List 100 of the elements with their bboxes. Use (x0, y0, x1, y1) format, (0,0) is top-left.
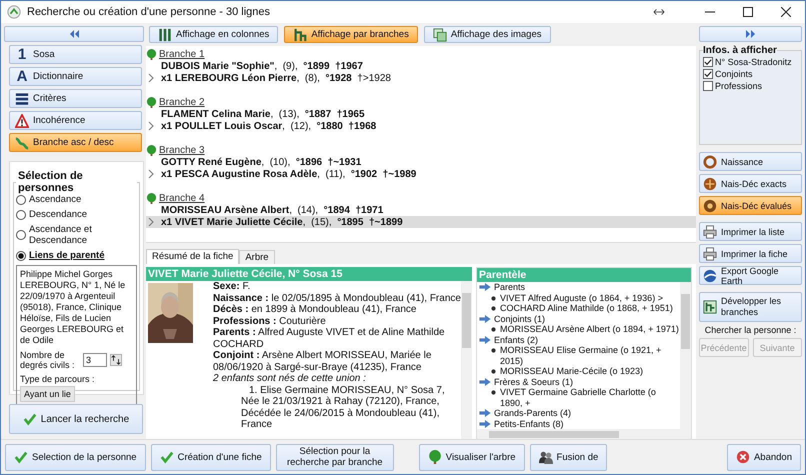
checkbox[interactable] (703, 69, 713, 79)
resize-icon[interactable] (653, 8, 665, 16)
branch-title[interactable]: Branche 1 (159, 48, 205, 60)
glyph-icon: 1 (15, 47, 29, 62)
bullet-icon (491, 327, 496, 332)
mode-button[interactable]: Naissance (699, 152, 802, 171)
circle-icon (703, 198, 717, 212)
group-title: Sélection de personnes (17, 170, 84, 194)
route-button[interactable]: Ayant un lie (20, 386, 75, 402)
relatives-title: Parentèle (477, 268, 691, 282)
radio-option[interactable]: Ascendance (16, 194, 137, 205)
checkbox-option[interactable]: N° Sosa-Stradonitz (703, 56, 798, 68)
person-row[interactable]: x1 POULLET Louis Oscar, (12), °1880 †1968 (146, 120, 696, 132)
radio-icon[interactable] (16, 230, 26, 240)
person-entry: DUBOIS Marie "Sophie", (9), °1899 †1967 (161, 60, 363, 72)
child-entry: 1. Elise Germaine MORISSEAU, N° Sosa 7, Née le 21/03/1921 à Rahay (72120), France, Décédée le 24/06/2015 à Mondoubleau (41), France (240, 384, 446, 430)
record-field: Sexe: F. (213, 281, 461, 292)
radio-icon[interactable] (16, 194, 26, 204)
relative-group[interactable]: Enfants (2) (494, 334, 538, 345)
person-description: Philippe Michel Gorges LEREBOURG, N° 1, Né le 22/09/1970 à Argenteuil (95018), France, Clinique Héloïse, Fils de Lucien Georges LEREBOURG et de Odile (20, 269, 126, 346)
nav-button[interactable]: Critères (9, 89, 142, 108)
field-label: Nombre de degrés civils : (20, 350, 76, 370)
scrollbar[interactable] (461, 281, 472, 440)
action-button[interactable]: Selection de la personne (5, 444, 146, 470)
nav-button[interactable]: Incohérence (9, 111, 142, 130)
nav-button[interactable]: 1 Sosa (9, 45, 142, 64)
action-button[interactable]: Création d'une fiche (150, 444, 271, 470)
mode-button[interactable]: Nais-Déc évalués (699, 196, 802, 215)
close-icon[interactable] (781, 7, 791, 17)
view-button[interactable]: Affichage par branches (284, 26, 418, 43)
radio-icon[interactable] (16, 210, 26, 220)
relative-entry[interactable]: COCHARD Aline Mathilde (o 1868, + 1951) (500, 303, 673, 314)
bullet-icon (491, 306, 496, 311)
person-entry: x1 PESCA Augustine Rosa Adèle, (11), °1902 †~1989 (161, 168, 416, 180)
action-button[interactable]: Export Google Earth (699, 266, 802, 285)
person-row[interactable]: MORISSEAU Arsène Albert, (14), °1894 †1971 (146, 204, 696, 216)
record-field: Parents : Alfred Auguste VIVET et de Aline Mathilde COCHARD (213, 327, 461, 350)
relative-entry[interactable]: MORISSEAU Elise Germaine (o 1921, + 2015) (500, 345, 680, 366)
action-button[interactable]: Sélection pour la recherche par branche (276, 444, 394, 470)
person-entry: x1 LEREBOURG Léon Pierre, (8), °1928 †>1928 (161, 72, 391, 84)
expand-branches-button[interactable]: Développer les branches (699, 292, 802, 322)
relative-group[interactable]: Grands-Parents (4) (494, 408, 572, 418)
arrow-icon (479, 314, 491, 322)
images-icon (432, 28, 447, 42)
person-row[interactable]: FLAMENT Celina Marie, (13), °1887 †1965 (146, 108, 696, 120)
view-button[interactable]: Affichage en colonnes (149, 26, 278, 43)
chevron-icon (148, 170, 154, 178)
tree-icon (146, 48, 157, 60)
action-button[interactable]: Imprimer la liste (699, 222, 802, 241)
bullet-icon (491, 348, 496, 353)
relative-entry[interactable]: VIVET Alfred Auguste (o 1864, + 1936) > (500, 292, 663, 303)
person-row[interactable]: x1 PESCA Augustine Rosa Adèle, (11), °1902 †~1989 (146, 168, 696, 180)
relative-group[interactable]: Frères & Soeurs (1) (494, 376, 574, 387)
spinner-icon[interactable] (110, 354, 122, 366)
relative-entry[interactable]: MORISSEAU Arsène Albert (o 1894, + 1971) (500, 324, 679, 334)
search-button[interactable]: Lancer la recherche (9, 404, 143, 434)
scrollbar[interactable] (680, 282, 691, 429)
branch-title[interactable]: Branche 3 (159, 144, 205, 156)
relative-entry[interactable]: MORISSEAU Marie-Cécile (o 1923) (500, 366, 644, 376)
radio-option[interactable]: Ascendance et Descendance (16, 224, 137, 246)
relative-group[interactable]: Conjoints (1) (494, 314, 546, 324)
tab[interactable]: Arbre (239, 250, 275, 264)
person-row[interactable]: x1 VIVET Marie Juliette Cécile, (15), °1895 †~1899 (146, 216, 696, 228)
radio-icon[interactable] (16, 250, 26, 260)
checkbox[interactable] (703, 81, 713, 91)
nav-button[interactable]: Branche asc / desc (9, 133, 142, 152)
maximize-icon[interactable] (743, 7, 753, 17)
mode-button[interactable]: Nais-Déc exacts (699, 174, 802, 193)
list-icon (15, 92, 29, 106)
person-row[interactable]: DUBOIS Marie "Sophie", (9), °1899 †1967 (146, 60, 696, 72)
warning-icon (15, 114, 29, 128)
relative-group[interactable]: Petits-Enfants (8) (494, 418, 564, 429)
app-icon (7, 5, 21, 19)
person-row[interactable]: x1 LEREBOURG Léon Pierre, (8), °1928 †>1928 (146, 72, 696, 84)
arrow-icon (479, 336, 491, 344)
person-entry: x1 VIVET Marie Juliette Cécile, (15), °1895 †~1899 (161, 216, 403, 228)
checkbox[interactable] (703, 57, 713, 67)
view-button[interactable]: Affichage des images (424, 26, 551, 43)
checkbox-option[interactable]: Conjoints (703, 68, 798, 80)
branch-title[interactable]: Branche 4 (159, 192, 205, 204)
action-button[interactable]: Fusion de (530, 444, 608, 470)
relative-entry[interactable]: VIVET Germaine Gabrielle Charlotte (o 1890, + (500, 387, 680, 408)
branch-title[interactable]: Branche 2 (159, 96, 205, 108)
nav-button[interactable]: A Dictionnaire (9, 67, 142, 86)
action-button[interactable]: Visualiser l'arbre (418, 444, 525, 470)
action-button[interactable]: Imprimer la fiche (699, 244, 802, 263)
double-chevron-left-icon (69, 30, 79, 38)
branches-icon (293, 28, 308, 42)
cancel-button[interactable]: Abandon (726, 444, 801, 470)
checkbox-option[interactable]: Professions (703, 80, 798, 92)
bullet-icon (491, 390, 496, 395)
arrow-icon (479, 378, 491, 386)
scrollbar[interactable] (477, 429, 691, 439)
radio-option[interactable]: Descendance (16, 209, 137, 220)
tab[interactable]: Résumé de la fiche (146, 249, 240, 264)
person-row[interactable]: GOTTY René Eugène, (10), °1896 †~1931 (146, 156, 696, 168)
radio-option[interactable]: Liens de parenté (16, 250, 137, 261)
glyph-icon: A (15, 69, 29, 84)
relative-group[interactable]: Parents (494, 282, 526, 292)
number-field[interactable]: 3 (83, 353, 107, 367)
